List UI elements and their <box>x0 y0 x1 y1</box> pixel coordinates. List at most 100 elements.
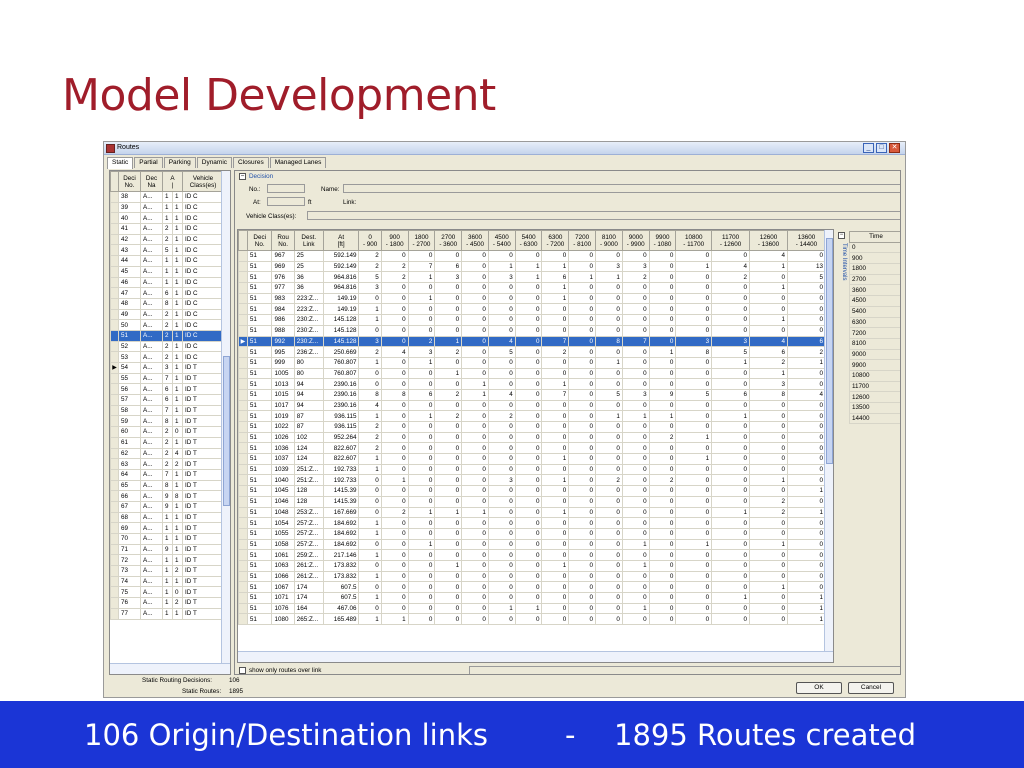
decision-row[interactable]: 60 A... 2 0 ID T <box>110 426 225 438</box>
link-filter-combo[interactable] <box>469 666 900 674</box>
column-header[interactable]: 1800- 2700 <box>407 230 436 251</box>
decision-row[interactable]: 56 A... 6 1 ID T <box>110 383 225 396</box>
time-row[interactable]: 5400 <box>849 305 900 318</box>
column-header[interactable]: 0- 900 <box>358 230 382 251</box>
route-row[interactable]: 51 1019 87 936.115 1 0 1 2 0 2 0 0 0 1 1 1 0 1 0 0 <box>238 410 827 422</box>
route-row[interactable]: 51 1066 261:Z... 173.832 1 0 0 0 0 0 0 0 0 0 0 0 0 0 0 0 <box>238 570 827 583</box>
time-row[interactable]: 8100 <box>849 337 900 350</box>
decision-row[interactable]: 71 A... 9 1 ID T <box>110 543 225 556</box>
decision-row[interactable]: 55 A... 7 1 ID T <box>110 372 225 385</box>
decision-row[interactable]: 64 A... 7 1 ID T <box>110 468 225 481</box>
route-row[interactable]: 51 1026 102 952.264 2 0 0 0 0 0 0 0 0 0 0 2 1 0 0 0 <box>238 431 827 444</box>
route-row[interactable]: 51 1017 94 2390.16 4 0 0 0 0 0 0 0 0 0 0 0 0 0 0 0 <box>238 399 827 412</box>
column-header[interactable]: 7200- 8100 <box>568 230 597 251</box>
decision-row[interactable]: 72 A... 1 1 ID T <box>110 554 225 567</box>
time-row[interactable]: 13500 <box>849 402 900 414</box>
time-row[interactable]: 900 <box>849 252 900 265</box>
decision-row[interactable]: 39 A... 1 1 ID C <box>110 201 225 214</box>
column-header[interactable]: 10800- 11700 <box>675 230 713 251</box>
route-row[interactable]: 51 999 80 760.807 1 0 1 0 0 0 0 0 0 1 0 0 0 1 2 1 <box>238 356 827 369</box>
scroll-thumb[interactable] <box>223 356 230 506</box>
column-header[interactable]: 4500- 5400 <box>487 230 516 251</box>
route-row[interactable]: 51 1048 253:Z... 167.669 0 2 1 1 1 0 0 1 0 0 0 0 0 1 2 1 <box>238 506 827 519</box>
column-header[interactable]: Vehicle Class(es) <box>182 171 225 192</box>
column-header[interactable]: Deci No. <box>246 230 273 251</box>
decision-row[interactable]: 67 A... 9 1 ID T <box>110 500 225 513</box>
cancel-button[interactable]: Cancel <box>848 682 894 694</box>
column-header[interactable]: 11700- 12600 <box>711 230 751 251</box>
time-row[interactable]: 10800 <box>849 369 900 382</box>
maximize-button[interactable]: □ <box>876 143 887 153</box>
route-row[interactable]: 51 969 25 592.149 2 2 7 6 0 1 1 1 0 3 3 0 1 4 1 13 <box>238 260 827 273</box>
decision-at-field[interactable] <box>267 197 305 206</box>
time-row[interactable]: 2700 <box>849 273 900 286</box>
column-header[interactable]: 6300- 7200 <box>541 230 570 251</box>
tab-3[interactable]: Dynamic <box>196 157 233 168</box>
time-row[interactable]: 6300 <box>849 316 900 329</box>
time-row[interactable]: 0 <box>849 241 900 254</box>
collapse-icon[interactable]: − <box>838 232 845 239</box>
decision-row[interactable]: 75 A... 1 0 ID T <box>110 586 225 599</box>
decision-row[interactable]: 46 A... 1 1 ID C <box>110 276 225 289</box>
decision-row[interactable]: 41 A... 2 1 ID C <box>110 223 225 235</box>
scroll-thumb[interactable] <box>826 238 833 464</box>
decision-list-hscroll[interactable] <box>110 663 230 674</box>
ok-button[interactable]: OK <box>796 682 842 694</box>
minimize-button[interactable]: _ <box>863 143 874 153</box>
decision-row[interactable]: 65 A... 8 1 ID T <box>110 479 225 492</box>
time-row[interactable]: 3600 <box>849 284 900 297</box>
time-row[interactable]: 9900 <box>849 359 900 371</box>
column-header[interactable]: 13600- 14400 <box>786 230 827 251</box>
time-row[interactable]: 7200 <box>849 327 900 339</box>
column-header[interactable]: 8100- 9000 <box>595 230 623 251</box>
route-row[interactable]: 51 995 236:Z... 250.669 2 4 3 2 0 5 0 2 0 0 0 1 8 5 6 2 <box>238 346 827 358</box>
route-row[interactable]: 51 984 223:Z... 149.19 1 0 0 0 0 0 0 0 0 0 0 0 0 0 0 0 <box>238 303 827 316</box>
route-row[interactable]: 51 1022 87 936.115 2 0 0 0 0 0 0 0 0 0 0 0 0 0 0 0 <box>238 421 827 433</box>
tab-5[interactable]: Managed Lanes <box>269 157 327 168</box>
route-row[interactable]: 51 1040 251:Z... 192.733 0 1 0 0 0 3 0 1 0 2 0 2 0 0 1 0 <box>238 474 827 487</box>
decision-row[interactable]: 70 A... 1 1 ID T <box>110 533 225 545</box>
decision-row[interactable]: 62 A... 2 4 ID T <box>110 447 225 460</box>
decision-row[interactable]: 61 A... 2 1 ID T <box>110 436 225 449</box>
route-row[interactable]: 51 988 230:Z... 145.128 0 0 0 0 0 0 0 0 0 0 0 0 0 0 0 0 <box>238 324 827 337</box>
decision-row[interactable]: 58 A... 7 1 ID T <box>110 404 225 417</box>
route-row[interactable]: 51 1063 261:Z... 173.832 0 0 0 1 0 0 0 1 0 0 1 0 0 0 0 0 <box>238 559 827 572</box>
column-header[interactable]: 5400- 6300 <box>514 230 543 251</box>
decision-row[interactable]: 42 A... 2 1 ID C <box>110 233 225 246</box>
column-header[interactable]: A | <box>161 171 184 192</box>
column-header[interactable]: 9000- 9900 <box>621 230 650 251</box>
decision-row[interactable]: 40 A... 1 1 ID C <box>110 212 225 225</box>
decision-row[interactable]: 73 A... 1 2 ID T <box>110 565 225 577</box>
route-row[interactable]: 51 1067 174 607.5 0 0 0 0 0 0 0 0 0 0 0 0 0 0 1 0 <box>238 581 827 593</box>
column-header[interactable]: At [ft] <box>322 230 360 251</box>
decision-row[interactable]: 50 A... 2 1 ID C <box>110 319 225 331</box>
column-header[interactable]: Deci No. <box>118 171 141 192</box>
decision-row[interactable]: 38 A... 1 1 ID C <box>110 191 225 203</box>
column-header[interactable]: Rou No. <box>271 230 295 251</box>
decision-row[interactable]: 51 A... 2 1 ID C <box>110 329 225 342</box>
decision-row[interactable]: 74 A... 1 1 ID T <box>110 575 225 588</box>
route-row[interactable]: 51 1045 128 1415.39 0 0 0 0 0 0 0 0 0 0 0 0 0 0 0 1 <box>238 485 827 497</box>
decision-row[interactable]: 68 A... 1 1 ID T <box>110 511 225 524</box>
decision-row[interactable]: 47 A... 6 1 ID C <box>110 287 225 299</box>
route-row[interactable]: 51 1037 124 822.607 1 0 0 0 0 0 0 1 0 0 0 0 1 0 0 0 <box>238 453 827 465</box>
route-row[interactable]: 51 1013 94 2390.16 0 0 0 0 1 0 0 1 0 0 0 0 0 0 3 0 <box>238 378 827 390</box>
route-row[interactable]: 51 1061 259:Z... 217.146 1 0 0 0 0 0 0 0 0 0 0 0 0 0 0 0 <box>238 549 827 561</box>
route-row[interactable]: 51 1005 80 760.807 0 0 0 1 0 0 0 0 0 0 0 0 0 0 1 0 <box>238 367 827 380</box>
route-row[interactable]: 51 1076 164 467.06 0 0 0 0 0 1 1 0 0 0 1 0 0 0 0 1 <box>238 602 827 615</box>
column-header[interactable]: Dest. Link <box>293 230 324 251</box>
tab-0[interactable]: Static <box>107 157 134 169</box>
time-row[interactable]: 1800 <box>849 263 900 275</box>
route-row[interactable]: 51 1080 265:Z... 165.489 1 1 0 0 0 0 0 0 0 0 0 0 0 0 0 1 <box>238 613 827 626</box>
close-button[interactable]: ✕ <box>889 143 900 153</box>
collapse-icon[interactable]: − <box>239 173 246 180</box>
decision-row[interactable]: 45 A... 1 1 ID C <box>110 265 225 278</box>
decision-list-vscroll[interactable] <box>221 171 230 663</box>
route-row[interactable]: 51 977 36 964.816 3 0 0 0 0 0 0 1 0 0 0 0 0 0 1 0 <box>238 282 827 294</box>
decision-row[interactable]: ▶ 54 A... 3 1 ID T <box>110 362 225 374</box>
route-row[interactable]: 51 1036 124 822.607 2 0 0 0 0 0 0 0 0 0 0 0 0 0 0 0 <box>238 442 827 455</box>
tab-1[interactable]: Partial <box>134 157 163 168</box>
decision-row[interactable]: 43 A... 5 1 ID C <box>110 244 225 257</box>
column-header[interactable]: 3600- 4500 <box>461 230 489 251</box>
route-row[interactable]: ▶ 51 992 230:Z... 145.128 3 0 2 1 0 4 0 7 0 8 7 0 3 3 4 6 <box>238 335 827 348</box>
